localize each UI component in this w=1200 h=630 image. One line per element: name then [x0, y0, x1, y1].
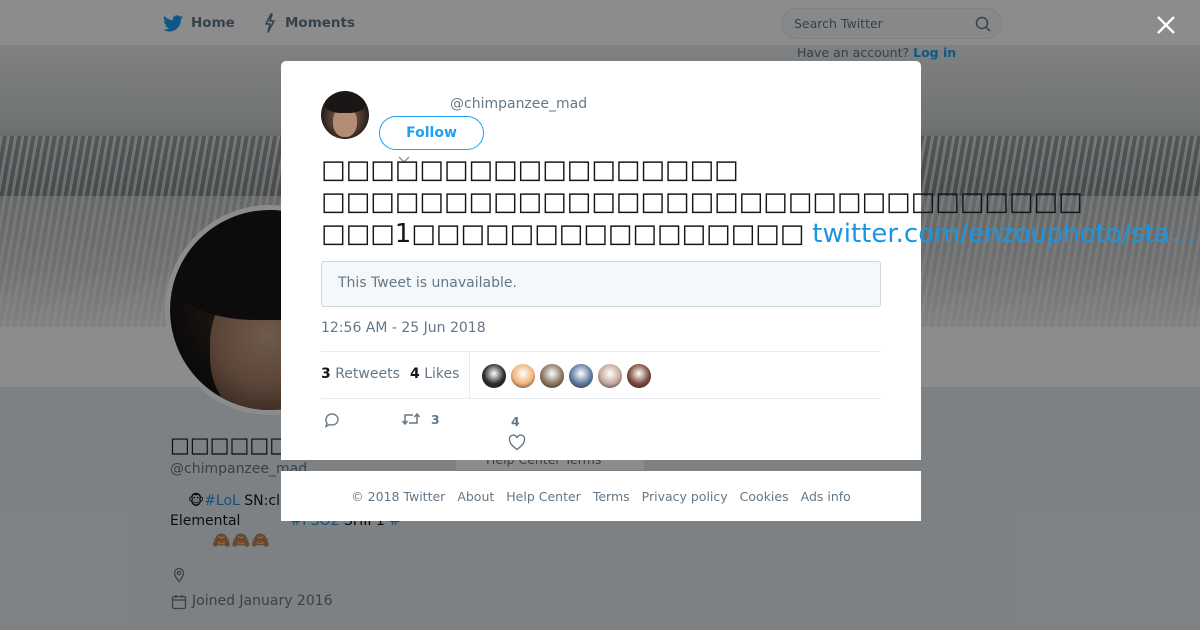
retweets-stat[interactable]: 3 Retweets [321, 366, 400, 382]
heart-icon [508, 434, 526, 451]
tweet-text: □□□□□□□□□□□□□□□□□ □□□□□□□□□□□□□□□□□□□□□□… [321, 154, 1196, 250]
reply-icon [324, 413, 339, 428]
reply-button[interactable] [323, 411, 341, 429]
liker-avatar[interactable] [481, 363, 507, 389]
tweet-text-line-1: □□□□□□□□□□□□□□□□□ [321, 155, 739, 185]
retweets-count: 3 [321, 366, 331, 382]
liker-avatar[interactable] [539, 363, 565, 389]
close-modal-button[interactable] [1152, 11, 1180, 39]
likes-label: Likes [424, 366, 460, 382]
tweet-modal: @chimpanzee_mad Follow □□□□□□□□□□□□□□□□□… [281, 61, 1196, 460]
retweets-label: Retweets [335, 366, 400, 382]
quoted-tweet-unavailable: This Tweet is unavailable. [321, 261, 881, 307]
retweet-button[interactable]: 3 [401, 411, 440, 427]
tweet-stats: 3 Retweets 4 Likes [321, 351, 881, 399]
footer-copyright: © 2018 Twitter [351, 488, 446, 504]
author-avatar[interactable] [321, 91, 369, 139]
modal-footer: © 2018 Twitter About Help Center Terms P… [281, 471, 921, 521]
liker-avatar[interactable] [597, 363, 623, 389]
footer-privacy-link[interactable]: Privacy policy [642, 489, 728, 504]
like-button[interactable] [508, 434, 526, 451]
follow-button[interactable]: Follow [379, 116, 484, 150]
tweet-text-line-2: □□□□□□□□□□□□□□□□□□□□□□□□□□□□□□□ [321, 187, 1083, 217]
stats-divider [469, 352, 470, 399]
footer-cookies-link[interactable]: Cookies [740, 489, 789, 504]
author-avatar-hair [325, 93, 365, 113]
tweet-actions: 3 4 [321, 406, 721, 454]
likes-count: 4 [410, 366, 420, 382]
footer-terms-link[interactable]: Terms [593, 489, 630, 504]
author-handle[interactable]: @chimpanzee_mad [450, 96, 587, 112]
liker-avatar[interactable] [510, 363, 536, 389]
liker-avatars [481, 363, 655, 389]
retweet-icon [401, 412, 421, 426]
retweet-count: 3 [431, 411, 440, 427]
tweet-text-line-3-text: □□□1□□□□□□□□□□□□□□□□ [321, 219, 805, 249]
footer-about-link[interactable]: About [457, 489, 494, 504]
footer-ads-link[interactable]: Ads info [801, 489, 851, 504]
like-count: 4 [511, 414, 520, 429]
likes-stat[interactable]: 4 Likes [410, 366, 459, 382]
tweet-text-line-3: □□□1□□□□□□□□□□□□□□□□ twitter.com/enzoupho… [321, 218, 1196, 250]
tweet-timestamp[interactable]: 12:56 AM - 25 Jun 2018 [321, 320, 486, 336]
liker-avatar[interactable] [626, 363, 652, 389]
liker-avatar[interactable] [568, 363, 594, 389]
footer-help-center-link[interactable]: Help Center [506, 489, 581, 504]
close-icon [1157, 16, 1175, 34]
tweet-link[interactable]: twitter.com/enzouphoto/sta… [812, 219, 1196, 249]
